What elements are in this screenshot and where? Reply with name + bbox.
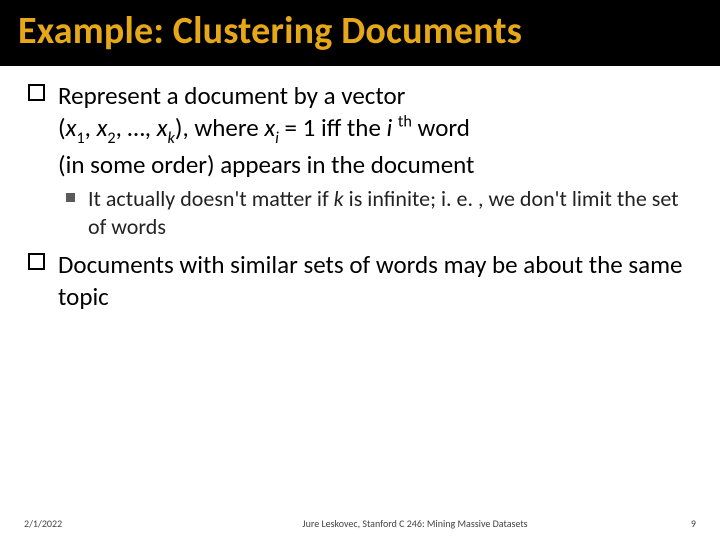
title-bar: Example: Clustering Documents: [0, 0, 720, 66]
word: (in some order) appears in the document: [58, 149, 474, 180]
sub-bullet: It actually doesn't matter if k is infin…: [28, 185, 692, 241]
word: word: [412, 112, 470, 143]
word: Represent: [58, 80, 161, 111]
var-i: i: [387, 112, 398, 143]
var-x: x: [97, 112, 108, 143]
bullet-text: Represent a document by a vector (x1, x2…: [58, 80, 474, 180]
footer-date: 2/1/2022: [24, 517, 174, 530]
checkbox-icon: [28, 84, 45, 101]
subscript: i: [275, 129, 279, 148]
bullet-documents: Documents with similar sets of words may…: [28, 249, 692, 313]
bullet-text: Documents with similar sets of words may…: [58, 249, 682, 312]
slide-number: 9: [656, 517, 696, 530]
word: ,: [85, 112, 97, 143]
word: (: [58, 112, 66, 143]
var-k: k: [334, 185, 344, 212]
var-x: x: [66, 112, 77, 143]
slide-title: Example: Clustering Documents: [18, 8, 702, 54]
superscript: th: [398, 113, 412, 132]
slide-body: Represent a document by a vector (x1, x2…: [0, 66, 720, 540]
bullet-represent: Represent a document by a vector (x1, x2…: [28, 80, 692, 181]
word: It actually doesn't matter if: [88, 185, 334, 212]
square-bullet-icon: [66, 193, 75, 202]
subscript: 1: [76, 129, 84, 148]
subscript: k: [168, 129, 175, 148]
word: Documents: [58, 249, 174, 280]
footer: 2/1/2022 Jure Leskovec, Stanford C 246: …: [0, 517, 720, 530]
word: a document by a vector: [161, 80, 405, 111]
slide: Example: Clustering Documents Represent …: [0, 0, 720, 540]
footer-attribution: Jure Leskovec, Stanford C 246: Mining Ma…: [174, 517, 656, 530]
word: ), where: [175, 112, 264, 143]
var-x: x: [157, 112, 168, 143]
word: = 1 iff the: [279, 112, 387, 143]
subscript: 2: [107, 129, 115, 148]
bullet-text: It actually doesn't matter if k is infin…: [88, 185, 679, 240]
checkbox-icon: [28, 253, 45, 270]
word: , …,: [116, 112, 157, 143]
var-x: x: [264, 112, 275, 143]
